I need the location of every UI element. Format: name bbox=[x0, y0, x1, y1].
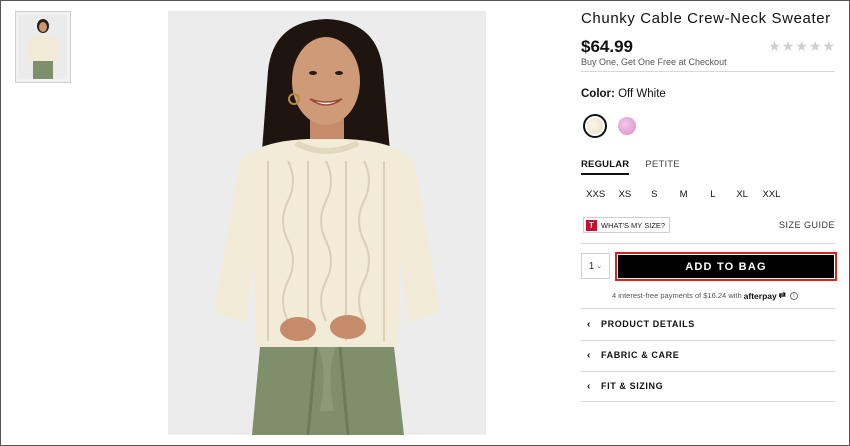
promo-text: Buy One, Get One Free at Checkout bbox=[581, 57, 727, 67]
rating-stars[interactable]: ★ ★ ★ ★ ★ bbox=[768, 38, 835, 54]
swatch-pink[interactable] bbox=[615, 114, 639, 138]
afterpay-message: 4 interest-free payments of $16.24 with … bbox=[612, 290, 798, 301]
whats-my-size-button[interactable]: T WHAT'S MY SIZE? bbox=[583, 217, 671, 233]
fit-tabs: REGULAR PETITE bbox=[581, 159, 680, 175]
afterpay-logo: afterpay bbox=[743, 290, 777, 301]
selected-color-name: Off White bbox=[618, 88, 666, 100]
divider bbox=[581, 401, 835, 402]
chevron-left-icon: ‹ bbox=[587, 349, 591, 361]
tab-petite[interactable]: PETITE bbox=[645, 159, 679, 175]
accordion-fit-sizing[interactable]: ‹ FIT & SIZING bbox=[581, 371, 835, 401]
accordion-label: FIT & SIZING bbox=[601, 381, 664, 391]
quantity-value: 1 bbox=[588, 260, 595, 272]
color-label: Color: bbox=[581, 88, 615, 100]
add-to-bag-button[interactable]: ADD TO BAG bbox=[618, 255, 834, 278]
accordion-fabric-care[interactable]: ‹ FABRIC & CARE bbox=[581, 340, 835, 370]
size-option-xl[interactable]: XL bbox=[727, 189, 756, 200]
star-empty-icon: ★ bbox=[768, 38, 781, 54]
quantity-select[interactable]: 1 ⌄ bbox=[581, 253, 610, 279]
size-guide-link[interactable]: SIZE GUIDE bbox=[779, 220, 835, 230]
afterpay-text: 4 interest-free payments of $16.24 with bbox=[612, 291, 742, 300]
whats-my-size-label: WHAT'S MY SIZE? bbox=[601, 220, 666, 230]
color-swatches bbox=[583, 114, 639, 138]
size-option-xxs[interactable]: XXS bbox=[581, 189, 610, 200]
size-option-m[interactable]: M bbox=[669, 189, 698, 200]
chevron-down-icon: ⌄ bbox=[596, 263, 603, 270]
accordion-label: FABRIC & CARE bbox=[601, 350, 680, 360]
star-empty-icon: ★ bbox=[795, 38, 808, 54]
divider bbox=[581, 71, 835, 72]
size-selector: XXS XS S M L XL XXL bbox=[581, 189, 786, 200]
accordion-product-details[interactable]: ‹ PRODUCT DETAILS bbox=[581, 309, 835, 339]
size-option-xs[interactable]: XS bbox=[610, 189, 639, 200]
swatch-off-white-color bbox=[587, 118, 603, 134]
true-fit-icon: T bbox=[586, 219, 597, 231]
add-to-bag-highlight: ADD TO BAG bbox=[615, 252, 837, 281]
divider bbox=[581, 243, 835, 244]
product-info-panel: Chunky Cable Crew-Neck Sweater $64.99 ★ … bbox=[581, 0, 837, 446]
color-label-row: Color: Off White bbox=[581, 88, 666, 100]
star-empty-icon: ★ bbox=[808, 38, 822, 54]
swatch-pink-color bbox=[618, 117, 636, 135]
afterpay-logo-mark-icon: ⇄ bbox=[778, 290, 786, 300]
chevron-left-icon: ‹ bbox=[587, 318, 591, 330]
product-price: $64.99 bbox=[581, 37, 633, 56]
swatch-off-white[interactable] bbox=[583, 114, 607, 138]
accordion-label: PRODUCT DETAILS bbox=[601, 319, 695, 329]
info-icon[interactable]: i bbox=[789, 291, 798, 300]
size-option-s[interactable]: S bbox=[640, 189, 669, 200]
product-main-image[interactable] bbox=[168, 11, 486, 435]
tab-regular[interactable]: REGULAR bbox=[581, 159, 630, 175]
thumbnail-image bbox=[19, 15, 67, 79]
star-empty-icon: ★ bbox=[781, 38, 795, 54]
size-option-xxl[interactable]: XXL bbox=[757, 189, 786, 200]
product-thumbnail[interactable] bbox=[15, 11, 71, 83]
star-empty-icon: ★ bbox=[822, 38, 835, 54]
size-option-l[interactable]: L bbox=[698, 189, 727, 200]
chevron-left-icon: ‹ bbox=[587, 380, 591, 392]
product-title: Chunky Cable Crew-Neck Sweater bbox=[581, 10, 831, 27]
